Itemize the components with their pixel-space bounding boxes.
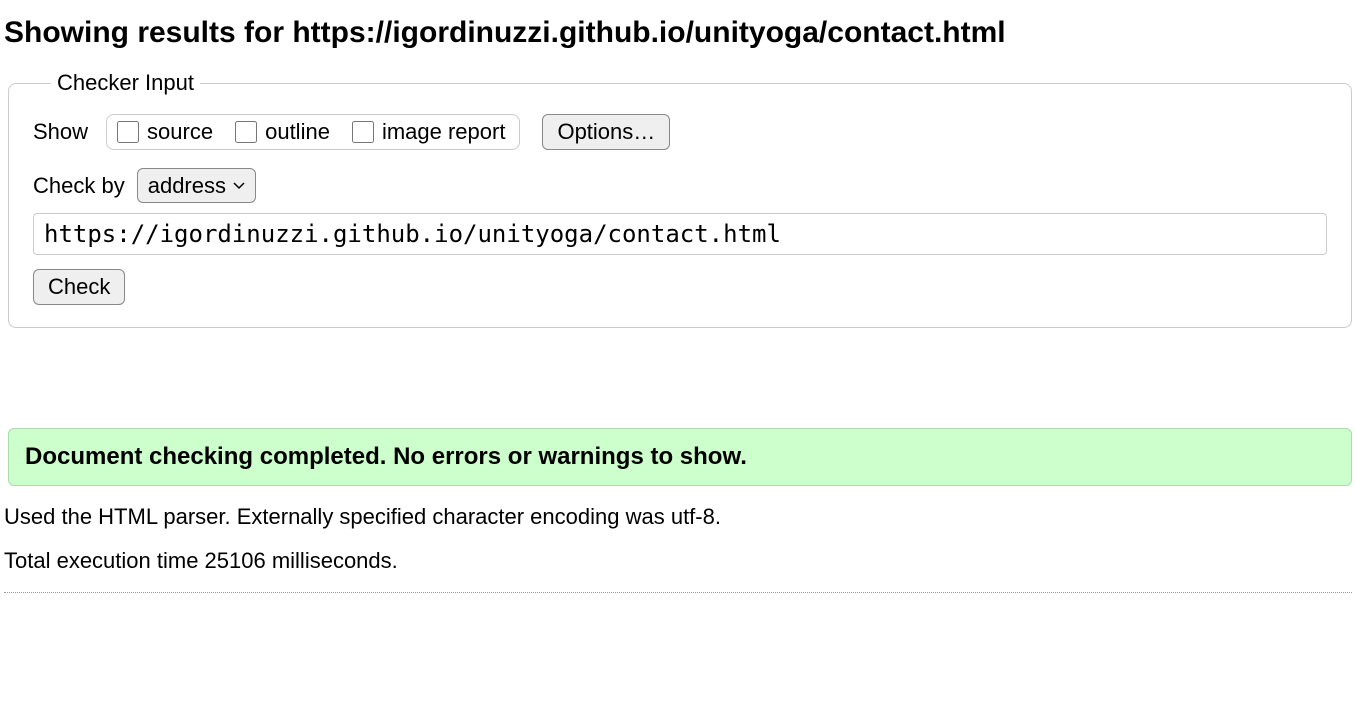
- checker-input-fieldset: Checker Input Show source outline image …: [8, 70, 1352, 328]
- source-checkbox-wrap[interactable]: source: [117, 119, 213, 145]
- parser-info: Used the HTML parser. Externally specifi…: [4, 504, 1352, 530]
- image-report-checkbox-wrap[interactable]: image report: [352, 119, 506, 145]
- image-report-checkbox-label: image report: [382, 119, 506, 145]
- options-button[interactable]: Options…: [542, 114, 670, 150]
- heading-prefix: Showing results for: [4, 16, 292, 49]
- divider: [4, 592, 1352, 593]
- check-by-select[interactable]: address: [137, 168, 256, 203]
- source-checkbox[interactable]: [117, 121, 139, 143]
- check-button[interactable]: Check: [33, 269, 125, 305]
- check-by-row: Check by address: [33, 168, 1327, 203]
- success-banner: Document checking completed. No errors o…: [8, 428, 1352, 486]
- page-title: Showing results for https://igordinuzzi.…: [4, 16, 1352, 50]
- execution-time: Total execution time 25106 milliseconds.: [4, 548, 1352, 574]
- check-by-section: Check by address Check: [33, 168, 1327, 305]
- outline-checkbox-label: outline: [265, 119, 330, 145]
- show-options-group: source outline image report: [106, 114, 520, 150]
- show-label: Show: [33, 119, 88, 145]
- url-input[interactable]: [33, 213, 1327, 255]
- source-checkbox-label: source: [147, 119, 213, 145]
- heading-url: https://igordinuzzi.github.io/unityoga/c…: [292, 16, 1005, 49]
- outline-checkbox-wrap[interactable]: outline: [235, 119, 330, 145]
- check-by-label: Check by: [33, 173, 125, 199]
- image-report-checkbox[interactable]: [352, 121, 374, 143]
- outline-checkbox[interactable]: [235, 121, 257, 143]
- checker-input-legend: Checker Input: [51, 70, 200, 96]
- show-row: Show source outline image report Options…: [33, 114, 1327, 150]
